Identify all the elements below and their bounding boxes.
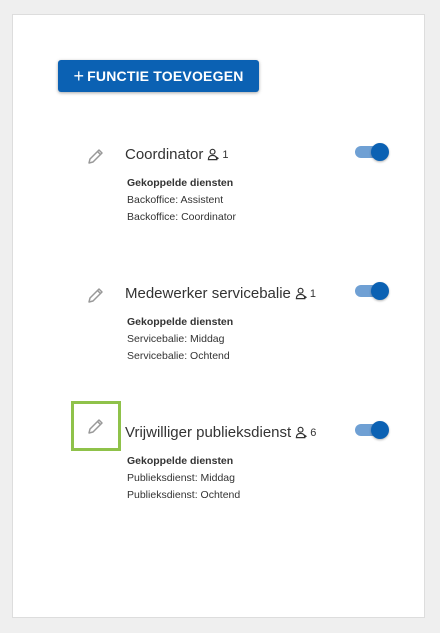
service-item: Publieksdienst: Middag (127, 472, 235, 484)
edit-button[interactable] (71, 270, 121, 320)
role-title-row: Coordinator 1 (125, 146, 229, 163)
role-title: Medewerker servicebalie (125, 285, 291, 302)
linked-services-heading: Gekoppelde diensten (127, 455, 234, 467)
active-toggle[interactable] (355, 282, 389, 300)
role-title: Coordinator (125, 146, 204, 163)
user-count: 6 (295, 426, 316, 439)
role-item: Medewerker servicebalie 1 Gekoppelde die… (69, 270, 409, 370)
service-item: Servicebalie: Ochtend (127, 350, 230, 362)
user-count: 1 (295, 287, 316, 300)
user-count-value: 6 (310, 426, 317, 439)
linked-services: Gekoppelde diensten Publieksdienst: Midd… (127, 453, 240, 504)
linked-services: Gekoppelde diensten Servicebalie: Middag… (127, 314, 233, 365)
role-item: Coordinator 1 Gekoppelde diensten Backof… (69, 131, 409, 231)
user-count: 1 (207, 148, 229, 161)
pencil-icon (88, 149, 103, 164)
pencil-icon (88, 288, 103, 303)
role-title-row: Vrijwilliger publieksdienst 6 (125, 424, 316, 441)
active-toggle[interactable] (355, 143, 389, 161)
active-toggle[interactable] (355, 421, 389, 439)
role-title: Vrijwilliger publieksdienst (125, 424, 292, 441)
service-item: Publieksdienst: Ochtend (127, 489, 241, 501)
edit-button[interactable] (71, 131, 121, 181)
add-function-button[interactable]: + FUNCTIE TOEVOEGEN (58, 60, 259, 92)
role-title-row: Medewerker servicebalie 1 (125, 285, 316, 302)
toggle-thumb (371, 421, 389, 439)
user-count-value: 1 (222, 148, 229, 161)
toggle-thumb (371, 143, 389, 161)
service-item: Backoffice: Assistent (127, 194, 224, 206)
roles-card: + FUNCTIE TOEVOEGEN Coordinator 1 Gekopp… (12, 14, 425, 618)
user-count-value: 1 (309, 287, 317, 300)
toggle-thumb (371, 282, 389, 300)
users-icon (208, 148, 220, 161)
linked-services-heading: Gekoppelde diensten (127, 177, 234, 189)
role-item: Vrijwilliger publieksdienst 6 Gekoppelde… (69, 401, 409, 509)
linked-services-heading: Gekoppelde diensten (127, 316, 234, 328)
pencil-icon (88, 419, 103, 434)
plus-icon: + (73, 66, 85, 86)
users-icon (295, 426, 308, 439)
add-function-label: FUNCTIE TOEVOEGEN (87, 68, 244, 84)
linked-services: Gekoppelde diensten Backoffice: Assisten… (127, 175, 236, 226)
users-icon (295, 287, 307, 300)
service-item: Servicebalie: Middag (127, 333, 225, 345)
service-item: Backoffice: Coordinator (127, 211, 236, 223)
edit-button[interactable] (71, 401, 121, 451)
